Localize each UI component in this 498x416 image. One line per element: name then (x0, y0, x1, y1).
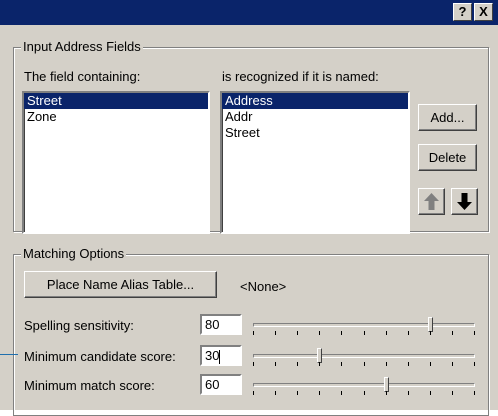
slider-tick (319, 331, 320, 335)
slider-tick (408, 331, 409, 335)
slider-tick (452, 331, 453, 335)
slider-tick (297, 331, 298, 335)
slider-tick (319, 391, 320, 395)
title-bar: ? X (0, 0, 498, 25)
min-candidate-score-input[interactable]: 30 (200, 345, 242, 366)
input-address-fields-legend: Input Address Fields (21, 39, 143, 54)
field-listbox[interactable]: Street Zone (22, 91, 210, 234)
field-list-item-zone[interactable]: Zone (24, 109, 208, 125)
arrow-down-icon (457, 193, 472, 210)
slider-tick (297, 391, 298, 395)
alias-list-item-street[interactable]: Street (222, 125, 408, 141)
alias-listbox[interactable]: Address Addr Street (220, 91, 410, 234)
slider-tick (253, 391, 254, 395)
min-candidate-score-slider[interactable] (250, 346, 478, 368)
slider-tick (430, 391, 431, 395)
slider-tick (474, 391, 475, 395)
min-match-score-input[interactable]: 60 (200, 374, 242, 395)
spelling-sensitivity-input[interactable]: 80 (200, 314, 242, 335)
slider-tick (253, 331, 254, 335)
spelling-sensitivity-slider[interactable] (250, 315, 478, 337)
alias-list-item-address[interactable]: Address (222, 93, 408, 109)
slider-tick (474, 362, 475, 366)
slider-tick (364, 362, 365, 366)
slider-tick (341, 331, 342, 335)
dialog-body: Input Address Fields The field containin… (0, 25, 498, 416)
text-cursor (219, 349, 221, 364)
field-list-item-street[interactable]: Street (24, 93, 208, 109)
min-match-score-label: Minimum match score: (24, 378, 155, 393)
slider-tick (386, 362, 387, 366)
min-candidate-score-value: 30 (205, 348, 220, 363)
slider-tick (386, 331, 387, 335)
slider-tick (452, 362, 453, 366)
slider-tick (341, 391, 342, 395)
matching-options-legend: Matching Options (21, 246, 127, 261)
slider-tick (297, 362, 298, 366)
close-button[interactable]: X (474, 3, 493, 21)
alias-list-label: is recognized if it is named: (222, 69, 379, 84)
slider-tick (474, 331, 475, 335)
spelling-sensitivity-thumb[interactable] (428, 317, 433, 332)
slider-tick (319, 362, 320, 366)
callout-line (0, 354, 18, 355)
slider-tick (275, 362, 276, 366)
slider-tick (408, 391, 409, 395)
add-button[interactable]: Add... (418, 104, 477, 131)
slider-tick (364, 391, 365, 395)
min-match-score-thumb[interactable] (384, 377, 389, 392)
slider-tick (253, 362, 254, 366)
slider-tick (408, 362, 409, 366)
slider-tick (430, 331, 431, 335)
move-up-button[interactable] (418, 188, 445, 215)
field-list-label: The field containing: (24, 69, 141, 84)
slider-tick (275, 331, 276, 335)
slider-tick (452, 391, 453, 395)
move-down-button[interactable] (451, 188, 478, 215)
min-match-score-slider[interactable] (250, 375, 478, 397)
help-button[interactable]: ? (453, 3, 472, 21)
min-candidate-score-label: Minimum candidate score: (24, 349, 176, 364)
delete-button[interactable]: Delete (418, 144, 477, 171)
spelling-sensitivity-track (253, 323, 475, 327)
alias-table-value: <None> (240, 279, 287, 294)
min-match-score-track (253, 383, 475, 387)
min-candidate-score-track (253, 354, 475, 358)
slider-tick (386, 391, 387, 395)
alias-list-item-addr[interactable]: Addr (222, 109, 408, 125)
place-name-alias-table-button[interactable]: Place Name Alias Table... (24, 271, 217, 298)
slider-tick (430, 362, 431, 366)
slider-tick (364, 331, 365, 335)
slider-tick (341, 362, 342, 366)
spelling-sensitivity-label: Spelling sensitivity: (24, 318, 134, 333)
slider-tick (275, 391, 276, 395)
arrow-up-icon (424, 193, 439, 210)
min-candidate-score-thumb[interactable] (317, 348, 322, 363)
